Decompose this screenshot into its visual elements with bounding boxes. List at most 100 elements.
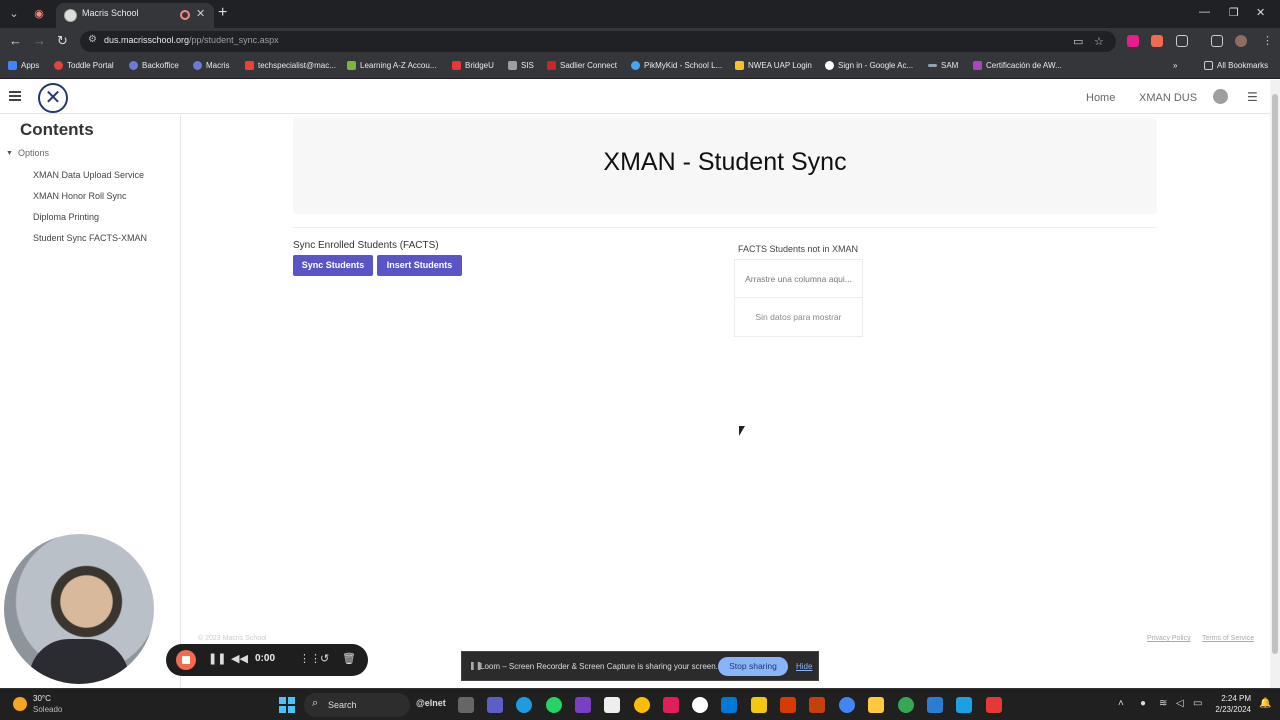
bookmark-item[interactable]: NWEA UAP Login	[735, 61, 812, 70]
back-button[interactable]: ←	[9, 33, 22, 49]
stop-recording-button[interactable]	[176, 650, 196, 670]
sidebar-item-diploma-printing[interactable]: Diploma Printing	[33, 212, 99, 222]
remote-desktop-icon[interactable]	[956, 697, 972, 713]
profile-avatar-icon[interactable]	[1235, 35, 1247, 47]
hide-share-bar-link[interactable]: Hide	[796, 662, 812, 671]
sidebar-item-data-upload[interactable]: XMAN Data Upload Service	[33, 170, 144, 180]
trash-icon[interactable]: 🗑	[342, 652, 356, 666]
github-icon[interactable]	[692, 697, 708, 713]
scrollbar-thumb[interactable]	[1272, 94, 1278, 654]
visual-studio-icon[interactable]	[575, 697, 591, 713]
loom-extension-icon[interactable]	[1151, 35, 1163, 47]
extensions-puzzle-icon[interactable]	[1176, 35, 1188, 47]
new-tab-button[interactable]: +	[218, 5, 227, 21]
bookmark-item[interactable]: techspecialist@mac...	[245, 61, 336, 70]
microphone-icon[interactable]: ●	[1140, 698, 1146, 709]
grid-group-panel[interactable]: Arrastre una columna aqui...	[735, 260, 862, 298]
telnet-app-icon[interactable]: @elnet	[416, 698, 446, 708]
weather-sun-icon[interactable]	[13, 697, 27, 711]
sync-students-button[interactable]: Sync Students	[293, 255, 373, 276]
slack-icon[interactable]	[663, 697, 679, 713]
edge-icon[interactable]	[516, 697, 532, 713]
page-title: XMAN - Student Sync	[603, 148, 847, 176]
hamburger-menu-icon[interactable]	[9, 91, 21, 101]
notification-bell-icon[interactable]: 🔔	[1259, 698, 1271, 709]
pause-icon[interactable]: ❚❚	[208, 652, 226, 666]
cast-icon[interactable]: ▭	[1073, 35, 1083, 48]
sticky-notes-icon[interactable]	[751, 697, 767, 713]
task-view-icon[interactable]	[458, 697, 474, 713]
page-scrollbar[interactable]	[1270, 80, 1280, 688]
teams-icon[interactable]	[487, 697, 503, 713]
drawing-tools-icon[interactable]: ⋮⋮	[299, 652, 321, 666]
bookmark-item[interactable]: Toddle Portal	[54, 61, 114, 70]
windows-start-icon[interactable]	[279, 697, 295, 713]
minimize-icon[interactable]: —	[1199, 6, 1210, 18]
reload-button[interactable]: ↻	[57, 33, 68, 49]
tab-search-icon[interactable]: ⌄	[5, 5, 23, 23]
taskbar-search[interactable]: ⌕ Search	[304, 693, 410, 717]
caret-down-icon: ▼	[6, 149, 13, 157]
sidebar-item-student-sync[interactable]: Student Sync FACTS-XMAN	[33, 233, 147, 243]
bookmark-item[interactable]: PikMyKid - School L...	[631, 61, 722, 70]
whatsapp-icon[interactable]	[546, 697, 562, 713]
privacy-policy-link[interactable]: Privacy Policy	[1147, 635, 1191, 642]
side-panel-icon[interactable]	[1211, 35, 1223, 47]
powerpoint-icon[interactable]	[780, 697, 796, 713]
bookmark-star-icon[interactable]: ☆	[1094, 35, 1104, 48]
rewind-icon[interactable]: ◀◀	[231, 652, 248, 666]
notepad-icon[interactable]	[927, 697, 943, 713]
recording-indicator-icon	[180, 10, 190, 20]
address-bar[interactable]: ⚙ dus.macrisschool.org/pp/student_sync.a…	[80, 31, 1116, 52]
anydesk-icon[interactable]	[986, 697, 1002, 713]
school-logo[interactable]	[38, 83, 68, 113]
close-tab-icon[interactable]: ✕	[196, 7, 205, 20]
restore-icon[interactable]: ❐	[1229, 6, 1239, 19]
chrome-icon[interactable]	[634, 697, 650, 713]
restart-icon[interactable]: ↺	[320, 652, 329, 666]
wifi-icon[interactable]: ≋	[1159, 698, 1167, 709]
window-close-icon[interactable]: ✕	[1256, 6, 1265, 19]
bookmark-item[interactable]: Certificación de AW...	[973, 61, 1062, 70]
extension-icon[interactable]	[1127, 35, 1139, 47]
sidebar-item-honor-roll[interactable]: XMAN Honor Roll Sync	[33, 191, 127, 201]
bookmark-item[interactable]: Apps	[8, 61, 39, 70]
collapse-menu-icon[interactable]: ☰	[1247, 91, 1258, 103]
weather-desc[interactable]: Soleado	[33, 705, 62, 714]
terms-of-service-link[interactable]: Terms of Service	[1202, 635, 1254, 642]
browser-menu-icon[interactable]: ⋮	[1262, 34, 1273, 47]
nav-user-link[interactable]: XMAN DUS	[1139, 92, 1197, 104]
bookmark-item[interactable]: SIS	[508, 61, 534, 70]
sidebar-group-options[interactable]: ▼ Options	[6, 148, 49, 158]
weather-temp[interactable]: 30°C	[33, 694, 51, 703]
bookmark-item[interactable]: Macris	[193, 61, 230, 70]
bookmark-item[interactable]: Backoffice	[129, 61, 179, 70]
forward-button[interactable]: →	[33, 33, 46, 49]
battery-icon[interactable]: ▭	[1193, 698, 1202, 709]
tab-active[interactable]: Macris School ✕	[56, 3, 214, 28]
chrome-active-icon[interactable]	[839, 697, 855, 713]
clock-date[interactable]: 2/23/2024	[1209, 705, 1251, 714]
insert-students-button[interactable]: Insert Students	[377, 255, 462, 276]
bookmark-item[interactable]: Sign in - Google Ac...	[825, 61, 913, 70]
clock-time[interactable]: 2:24 PM	[1219, 694, 1251, 703]
volume-icon[interactable]: ◁	[1176, 698, 1184, 709]
site-info-icon[interactable]: ⚙	[88, 34, 97, 45]
bookmark-item[interactable]: Sadlier Connect	[547, 61, 617, 70]
store-icon[interactable]	[604, 697, 620, 713]
bookmarks-overflow-icon[interactable]: »	[1173, 61, 1177, 70]
bookmark-item[interactable]: Learning A-Z Accou...	[347, 61, 437, 70]
chrome-profile-icon[interactable]	[898, 697, 914, 713]
file-explorer-icon[interactable]	[868, 697, 884, 713]
nav-home-link[interactable]: Home	[1086, 92, 1115, 104]
user-avatar-icon[interactable]	[1213, 89, 1228, 104]
stop-sharing-button[interactable]: Stop sharing	[718, 657, 788, 676]
app-icon[interactable]	[809, 697, 825, 713]
bookmark-item[interactable]: SAM	[928, 61, 958, 70]
tray-overflow-icon[interactable]: ˄	[1118, 698, 1124, 709]
bookmark-item[interactable]: BridgeU	[452, 61, 494, 70]
all-bookmarks[interactable]: All Bookmarks	[1204, 61, 1268, 70]
recording-tab-icon[interactable]: ◉	[30, 5, 48, 23]
webcam-bubble[interactable]	[4, 534, 154, 684]
outlook-icon[interactable]	[721, 697, 737, 713]
